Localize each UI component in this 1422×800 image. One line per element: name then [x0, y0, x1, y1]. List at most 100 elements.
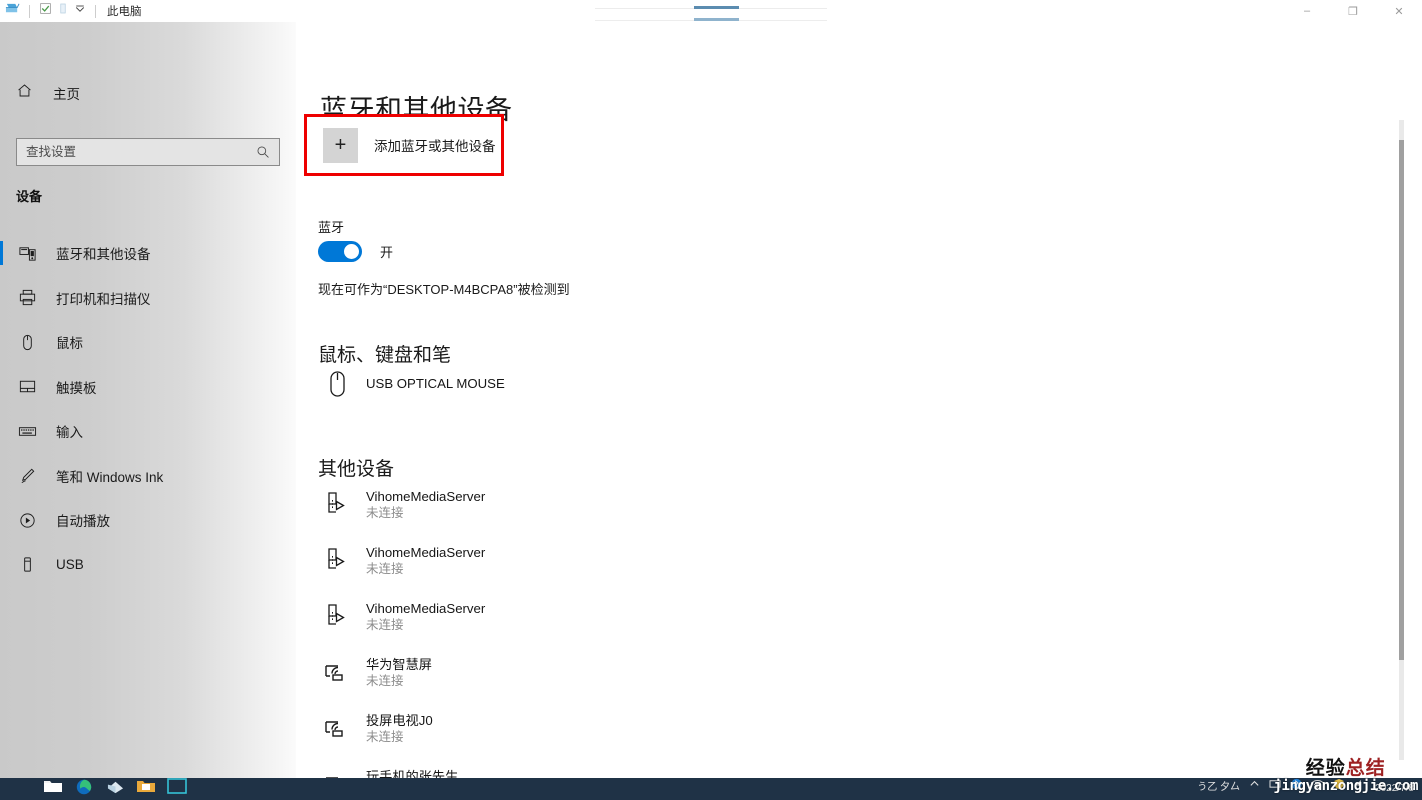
sidebar-item-usb[interactable]: USB [0, 543, 296, 588]
device-name: VihomeMediaServer [366, 544, 486, 560]
search-settings-box[interactable] [16, 138, 280, 166]
device-row[interactable]: VihomeMediaServer 未连接 [318, 477, 485, 533]
plus-icon: + [323, 127, 358, 163]
mouse-device-icon [318, 364, 356, 404]
sidebar-item-label: 触摸板 [56, 380, 97, 396]
device-info: VihomeMediaServer 未连接 [366, 600, 485, 635]
settings-window: 设置 – ❐ ✕ 主页 [0, 22, 1422, 778]
sidebar-item-touchpad[interactable]: 触摸板 [0, 365, 296, 410]
edge-icon[interactable] [71, 778, 97, 800]
explorer-window-title: 此电脑 [107, 6, 142, 18]
network-icon[interactable] [1269, 778, 1282, 800]
computer-icon[interactable] [5, 1, 20, 21]
taskbar-clock[interactable]: 2022/7/8 [1375, 778, 1414, 800]
folder-icon[interactable] [133, 778, 159, 800]
sidebar-item-label: 笔和 Windows Ink [56, 469, 164, 485]
explorer-window-controls[interactable]: – ❐ ✕ [1284, 0, 1422, 22]
toggle-knob [344, 244, 359, 259]
sidebar-item-home[interactable]: 主页 [0, 74, 296, 112]
toolbar-separator-2 [95, 4, 96, 18]
bluetooth-label: 蓝牙 [318, 220, 345, 235]
device-row[interactable]: 华为智慧屏 未连接 [318, 645, 485, 701]
main-scrollbar[interactable] [1399, 120, 1404, 760]
sidebar-item-bluetooth-devices[interactable]: 蓝牙和其他设备 [0, 231, 296, 276]
app-icon[interactable] [164, 778, 190, 800]
device-status: 未连接 [366, 506, 404, 521]
sidebar-home-label: 主页 [53, 87, 80, 102]
ribbon-active-tab-underline-2 [694, 18, 739, 21]
sidebar-nav-list: 蓝牙和其他设备 打印机和扫描仪 鼠标 触摸板 输入 笔和 Windows Ink… [0, 231, 296, 587]
cast-display-icon [318, 765, 356, 778]
bluetooth-toggle[interactable] [318, 241, 362, 262]
device-name: VihomeMediaServer [366, 600, 486, 616]
sidebar-item-label: 输入 [56, 425, 83, 441]
media-server-icon [318, 541, 356, 581]
sidebar-item-pen-windows-ink[interactable]: 笔和 Windows Ink [0, 454, 296, 499]
scrollbar-thumb[interactable] [1399, 140, 1404, 660]
device-name: USB OPTICAL MOUSE [366, 376, 505, 392]
device-status: 未连接 [366, 618, 404, 633]
bluetooth-toggle-state: 开 [380, 245, 394, 260]
sidebar-item-label: USB [56, 557, 84, 573]
device-info: 玩手机的张先生 未连接 [366, 768, 458, 778]
wifi-icon[interactable] [1311, 778, 1324, 800]
explorer-maximize-button[interactable]: ❐ [1330, 0, 1376, 22]
volume-icon[interactable] [1354, 778, 1366, 800]
bluetooth-tray-icon[interactable] [1291, 778, 1302, 800]
device-name: 玩手机的张先生 [366, 768, 459, 778]
device-name: 投屏电视J0 [366, 712, 433, 728]
search-icon[interactable] [256, 145, 279, 159]
device-name: VihomeMediaServer [366, 488, 486, 504]
chevron-up-icon[interactable] [1249, 778, 1260, 800]
device-list-other-devices: VihomeMediaServer 未连接 VihomeMediaServer … [318, 477, 485, 778]
bluetooth-discoverable-text: 现在可作为“DESKTOP-M4BCPA8”被检测到 [318, 282, 570, 297]
store-icon[interactable] [102, 778, 128, 800]
ime-icon[interactable]: う乙 夕厶 [1197, 778, 1240, 800]
properties-icon[interactable] [39, 2, 52, 20]
device-row[interactable]: 玩手机的张先生 未连接 [318, 757, 485, 778]
explorer-minimize-button[interactable]: – [1284, 0, 1330, 22]
sidebar-section-title: 设备 [16, 189, 43, 204]
cast-display-icon [318, 709, 356, 749]
device-info: 华为智慧屏 未连接 [366, 656, 432, 691]
sidebar-item-typing[interactable]: 输入 [0, 409, 296, 454]
add-device-highlight-box: + 添加蓝牙或其他设备 [304, 114, 504, 176]
customize-chevron-icon[interactable] [74, 2, 86, 20]
ribbon-active-tab-underline [694, 6, 739, 9]
sidebar-item-printers-scanners[interactable]: 打印机和扫描仪 [0, 276, 296, 321]
mouse-icon [16, 331, 38, 353]
search-input[interactable] [17, 144, 256, 160]
settings-sidebar: 主页 设备 [0, 22, 296, 778]
add-bluetooth-or-other-device-button[interactable]: + 添加蓝牙或其他设备 [307, 127, 496, 163]
device-info: 投屏电视J0 未连接 [366, 712, 433, 747]
explorer-close-button[interactable]: ✕ [1376, 0, 1422, 22]
new-folder-icon[interactable] [57, 2, 69, 20]
keyboard-icon [16, 420, 38, 442]
file-explorer-icon[interactable] [40, 778, 66, 800]
sidebar-item-label: 打印机和扫描仪 [56, 291, 151, 307]
device-row[interactable]: USB OPTICAL MOUSE [318, 362, 505, 406]
device-info: VihomeMediaServer 未连接 [366, 544, 485, 579]
printer-icon [16, 287, 38, 309]
cast-display-icon [318, 653, 356, 693]
explorer-quick-access-toolbar[interactable] [0, 1, 100, 21]
pen-icon [16, 465, 38, 487]
add-device-label: 添加蓝牙或其他设备 [374, 139, 496, 154]
device-row[interactable]: VihomeMediaServer 未连接 [318, 589, 485, 645]
shield-icon[interactable] [1333, 778, 1345, 800]
sidebar-item-autoplay[interactable]: 自动播放 [0, 498, 296, 543]
device-status: 未连接 [366, 730, 404, 745]
device-row[interactable]: VihomeMediaServer 未连接 [318, 533, 485, 589]
home-icon [16, 82, 33, 104]
screen: 此电脑 – ❐ ✕ 设置 – ❐ ✕ [0, 0, 1422, 800]
bluetooth-devices-icon [16, 242, 38, 264]
device-row[interactable]: 投屏电视J0 未连接 [318, 701, 485, 757]
media-server-icon [318, 597, 356, 637]
sidebar-item-mouse[interactable]: 鼠标 [0, 320, 296, 365]
sidebar-item-label: 鼠标 [56, 336, 83, 352]
device-name: 华为智慧屏 [366, 656, 432, 672]
main-content: 蓝牙和其他设备 + 添加蓝牙或其他设备 蓝牙 开 现在可作为“DESKTOP-M… [296, 22, 1422, 778]
device-info: VihomeMediaServer 未连接 [366, 488, 485, 523]
toolbar-separator [29, 4, 30, 18]
device-status: 未连接 [366, 674, 404, 689]
